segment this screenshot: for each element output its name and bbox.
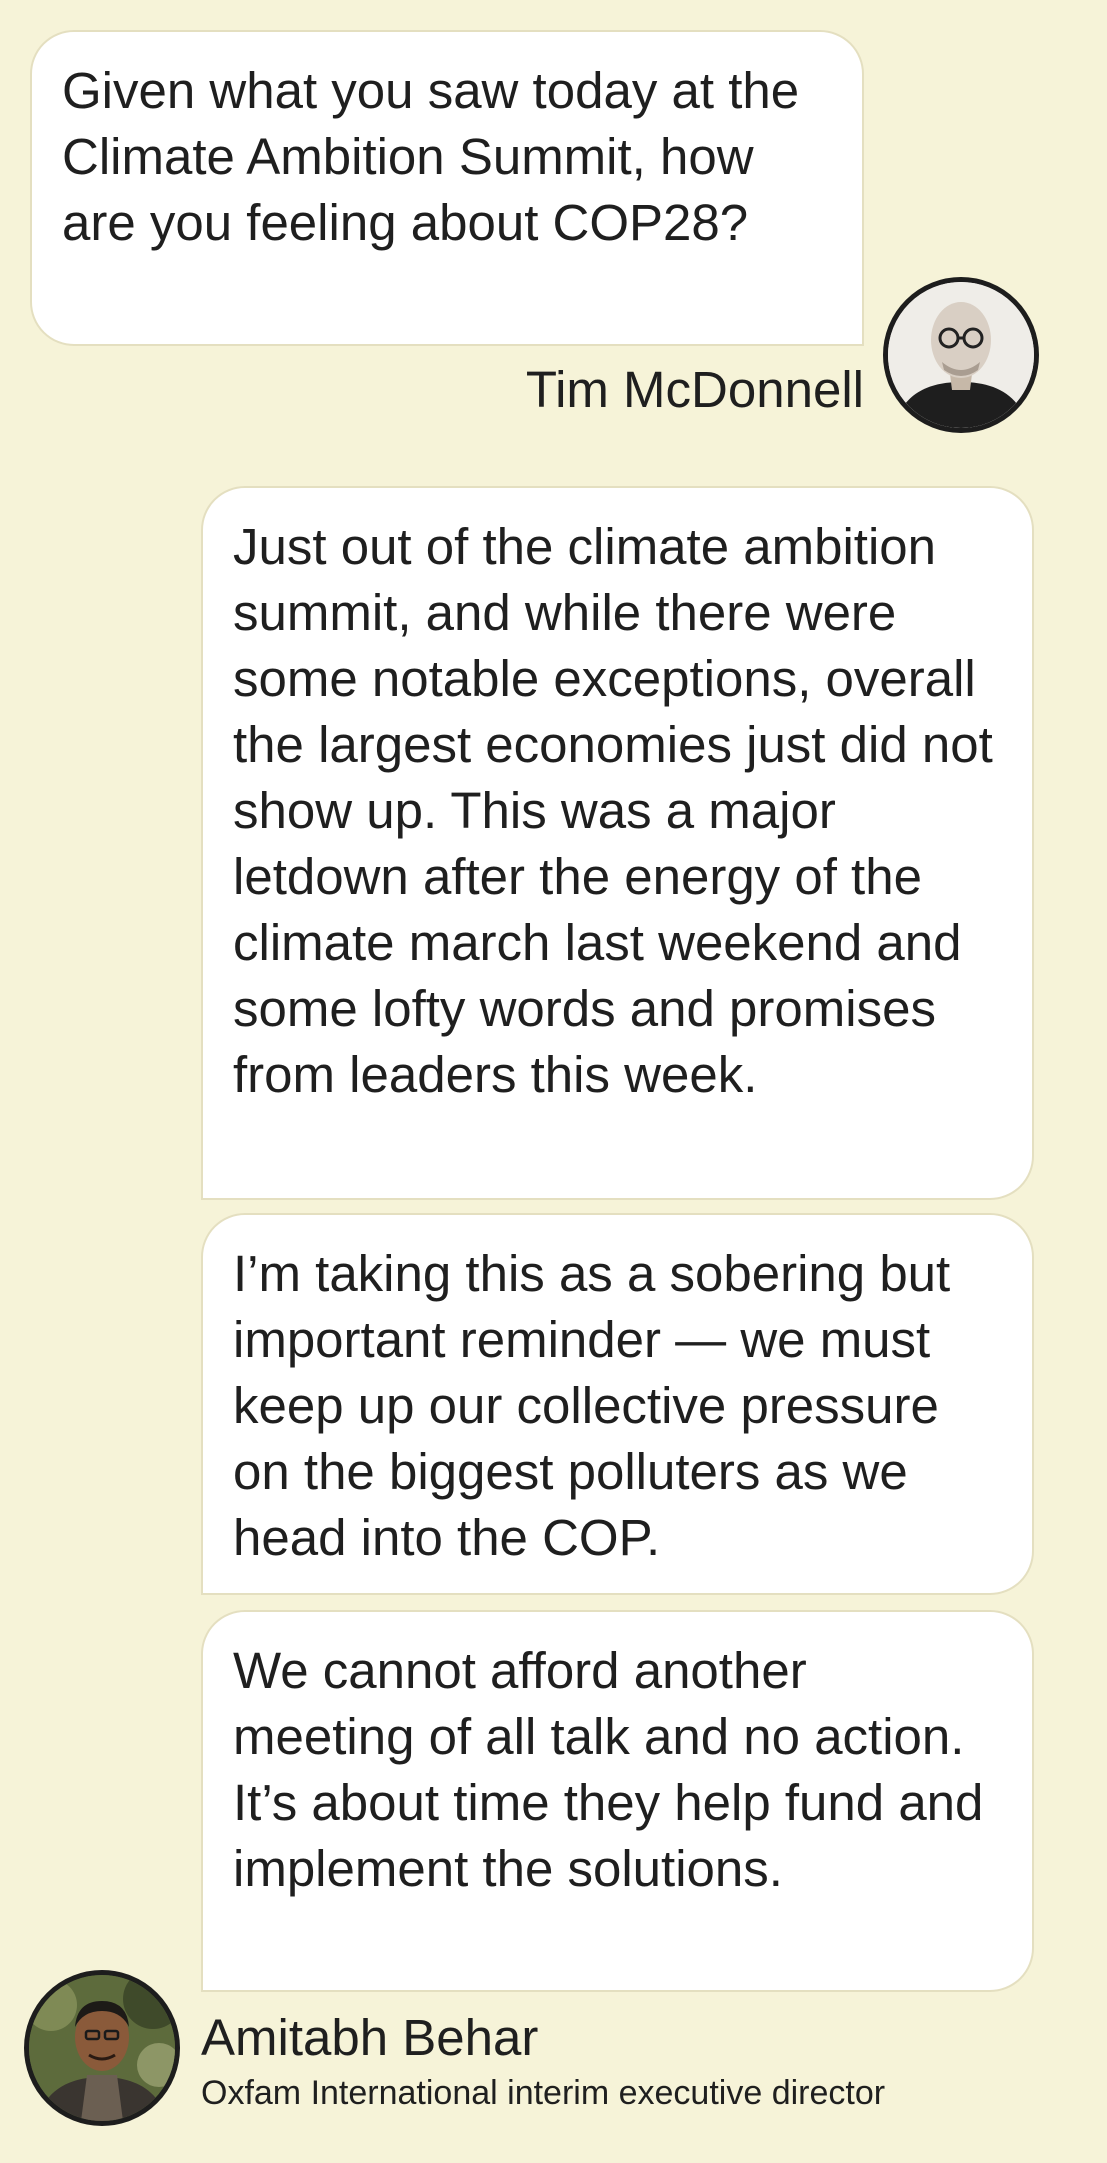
question-bubble: Given what you saw today at the Climate … bbox=[30, 30, 864, 346]
answer-bubble-2: I’m taking this as a sobering but import… bbox=[201, 1213, 1034, 1595]
respondent-name: Amitabh Behar bbox=[201, 2009, 539, 2066]
question-author-name: Tim McDonnell bbox=[525, 361, 864, 418]
portrait-icon bbox=[888, 282, 1034, 428]
portrait-icon bbox=[29, 1975, 175, 2121]
respondent-title: Oxfam International interim executive di… bbox=[201, 2074, 886, 2112]
answer-bubble-3: We cannot afford another meeting of all … bbox=[201, 1610, 1034, 1992]
answer-bubble-1: Just out of the climate ambition summit,… bbox=[201, 486, 1034, 1200]
tim-mcdonnell-avatar bbox=[883, 277, 1039, 433]
amitabh-behar-avatar bbox=[24, 1970, 180, 2126]
